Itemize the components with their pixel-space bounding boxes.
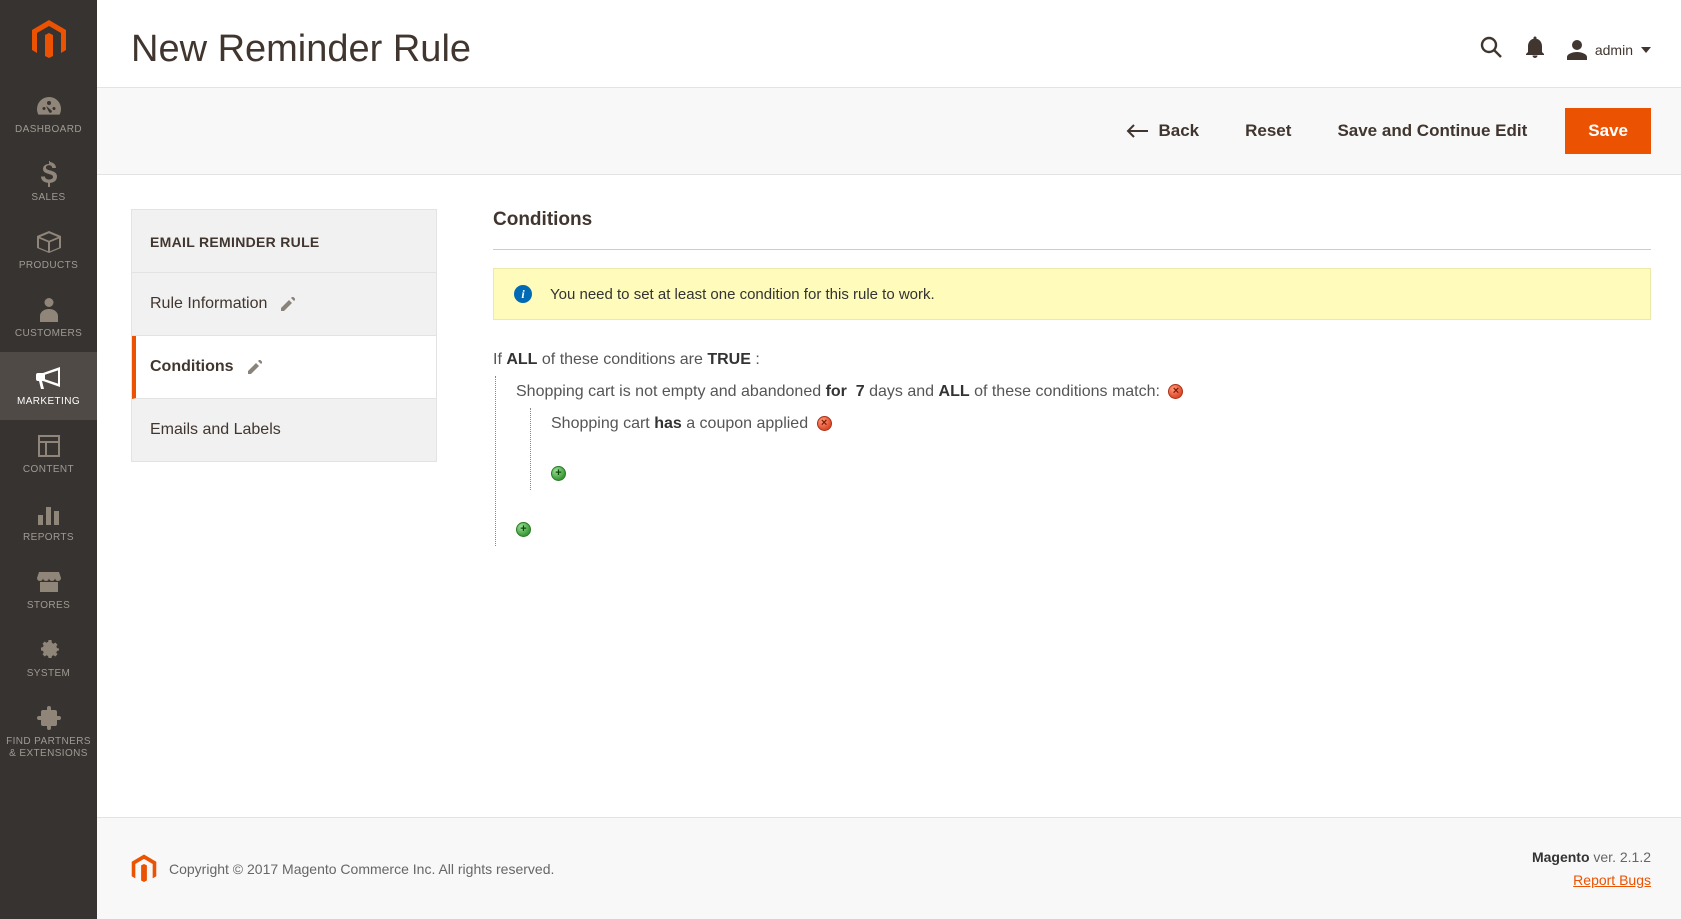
megaphone-icon — [36, 364, 62, 392]
nav-content[interactable]: CONTENT — [0, 420, 97, 488]
person-icon — [40, 296, 58, 324]
nav-label: REPORTS — [23, 532, 74, 544]
rule-line-coupon-applied: Shopping cart has a coupon applied — [551, 408, 1651, 440]
tab-label: Rule Information — [150, 295, 267, 313]
has-selector[interactable]: has — [654, 415, 682, 432]
save-continue-button[interactable]: Save and Continue Edit — [1329, 111, 1535, 151]
report-bugs-link[interactable]: Report Bugs — [1573, 872, 1651, 888]
header-actions: admin — [1479, 35, 1651, 64]
tab-emails-labels[interactable]: Emails and Labels — [132, 399, 436, 461]
page-footer: Copyright © 2017 Magento Commerce Inc. A… — [97, 817, 1681, 919]
user-label: admin — [1595, 42, 1633, 58]
bar-chart-icon — [38, 500, 60, 528]
action-toolbar: Back Reset Save and Continue Edit Save — [97, 87, 1681, 175]
for-selector[interactable]: for — [826, 383, 847, 400]
nav-label: DASHBOARD — [15, 124, 82, 136]
rule-line-cart-abandoned: Shopping cart is not empty and abandoned… — [516, 376, 1651, 408]
gauge-icon — [37, 92, 61, 120]
nav-customers[interactable]: CUSTOMERS — [0, 284, 97, 352]
info-message-text: You need to set at least one condition f… — [550, 286, 935, 303]
chevron-down-icon — [1641, 47, 1651, 53]
info-message: i You need to set at least one condition… — [493, 268, 1651, 320]
main-area: New Reminder Rule admin Back Reset Save … — [97, 0, 1681, 919]
magento-logo-icon — [31, 20, 67, 60]
aggregator-selector[interactable]: ALL — [506, 351, 537, 368]
puzzle-icon — [37, 704, 61, 732]
notifications-icon[interactable] — [1525, 36, 1545, 63]
tabs-panel: EMAIL REMINDER RULE Rule Information Con… — [131, 209, 437, 462]
rule-root: If ALL of these conditions are TRUE : — [493, 344, 1651, 376]
nav-products[interactable]: PRODUCTS — [0, 216, 97, 284]
remove-condition-icon[interactable] — [1168, 384, 1183, 399]
nav-label: CONTENT — [23, 464, 74, 476]
reset-button[interactable]: Reset — [1237, 111, 1299, 151]
page-header: New Reminder Rule admin — [97, 0, 1681, 87]
back-button[interactable]: Back — [1118, 111, 1207, 151]
info-icon: i — [514, 285, 532, 303]
nav-dashboard[interactable]: DASHBOARD — [0, 80, 97, 148]
storefront-icon — [37, 568, 61, 596]
back-label: Back — [1158, 121, 1199, 141]
nav-sales[interactable]: SALES — [0, 148, 97, 216]
nav-label: SALES — [31, 192, 65, 204]
magento-logo[interactable] — [0, 0, 97, 80]
nav-label: MARKETING — [17, 396, 80, 408]
arrow-left-icon — [1126, 124, 1148, 138]
nav-label: FIND PARTNERS & EXTENSIONS — [0, 736, 97, 760]
content-row: EMAIL REMINDER RULE Rule Information Con… — [97, 175, 1681, 817]
search-icon[interactable] — [1479, 35, 1503, 64]
gear-icon — [38, 636, 60, 664]
page-title: New Reminder Rule — [131, 28, 471, 71]
add-condition-icon[interactable] — [551, 466, 566, 481]
nav-label: SYSTEM — [27, 668, 71, 680]
tab-rule-information[interactable]: Rule Information — [132, 273, 436, 336]
conditions-section: Conditions i You need to set at least on… — [493, 209, 1651, 546]
nav-system[interactable]: SYSTEM — [0, 624, 97, 692]
tab-label: Emails and Labels — [150, 421, 281, 439]
aggregator-selector[interactable]: ALL — [939, 383, 970, 400]
save-button[interactable]: Save — [1565, 108, 1651, 154]
box-icon — [37, 228, 61, 256]
user-icon — [1567, 40, 1587, 60]
nav-marketing[interactable]: MARKETING — [0, 352, 97, 420]
nav-label: STORES — [27, 600, 70, 612]
add-condition-icon[interactable] — [516, 522, 531, 537]
nav-partners[interactable]: FIND PARTNERS & EXTENSIONS — [0, 692, 97, 772]
nav-reports[interactable]: REPORTS — [0, 488, 97, 556]
tab-label: Conditions — [150, 358, 234, 376]
nav-stores[interactable]: STORES — [0, 556, 97, 624]
remove-condition-icon[interactable] — [817, 416, 832, 431]
dollar-icon — [41, 160, 57, 188]
version-text: Magento ver. 2.1.2 — [1532, 846, 1651, 868]
section-heading: Conditions — [493, 209, 1651, 250]
tab-conditions[interactable]: Conditions — [132, 336, 436, 399]
nav-label: CUSTOMERS — [15, 328, 82, 340]
value-selector[interactable]: TRUE — [707, 351, 751, 368]
admin-sidebar: DASHBOARD SALES PRODUCTS CUSTOMERS MARKE… — [0, 0, 97, 919]
rule-tree: If ALL of these conditions are TRUE : Sh… — [493, 344, 1651, 546]
user-menu[interactable]: admin — [1567, 40, 1651, 60]
pencil-icon — [281, 297, 295, 311]
layout-icon — [38, 432, 60, 460]
days-value[interactable]: 7 — [856, 383, 865, 400]
nav-label: PRODUCTS — [19, 260, 78, 272]
pencil-icon — [248, 360, 262, 374]
copyright-text: Copyright © 2017 Magento Commerce Inc. A… — [169, 861, 554, 877]
magento-logo-icon — [131, 854, 157, 884]
tabs-panel-title: EMAIL REMINDER RULE — [132, 210, 436, 273]
